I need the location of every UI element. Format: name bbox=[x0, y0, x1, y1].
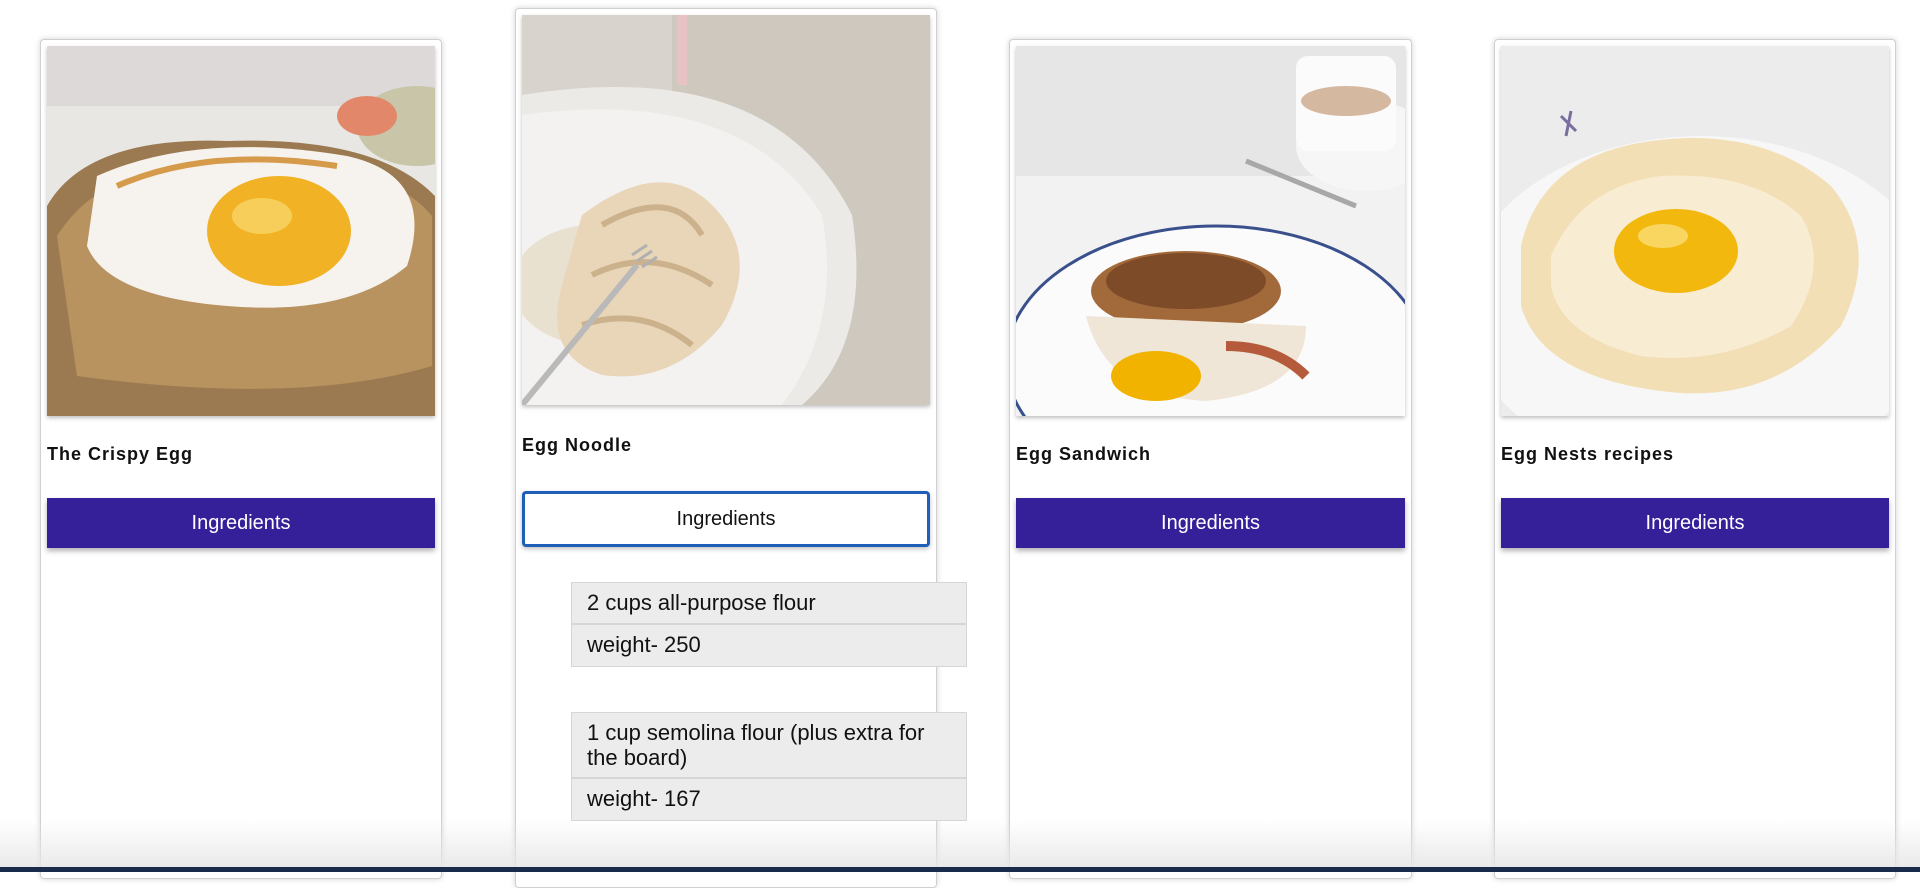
recipe-title: Egg Noodle bbox=[522, 435, 632, 455]
ingredients-button-active[interactable]: Ingredients bbox=[522, 491, 930, 547]
noodle-plate-icon bbox=[522, 15, 930, 405]
recipe-image-egg-sandwich[interactable] bbox=[1016, 46, 1405, 416]
window-bottom-edge bbox=[0, 867, 1920, 872]
ingredients-button[interactable]: Ingredients bbox=[47, 498, 435, 548]
sandwich-icon bbox=[1016, 46, 1405, 416]
recipe-card-egg-nests: Egg Nests recipes Ingredients bbox=[1494, 39, 1896, 879]
recipe-image-egg-noodle[interactable] bbox=[522, 15, 930, 405]
recipe-image-crispy-egg[interactable] bbox=[47, 46, 435, 416]
fried-egg-icon bbox=[47, 46, 435, 416]
ingredient-weight: weight- 167 bbox=[571, 778, 967, 821]
ingredient-weight-value: weight- 250 bbox=[587, 632, 701, 657]
recipe-card-crispy-egg: The Crispy Egg Ingredients bbox=[40, 39, 442, 879]
ingredient-name: 2 cups all-purpose flour bbox=[587, 590, 816, 615]
ingredient-weight-value: weight- 167 bbox=[587, 786, 701, 811]
recipe-title: Egg Sandwich bbox=[1016, 444, 1152, 464]
recipe-card-egg-sandwich: Egg Sandwich Ingredients bbox=[1009, 39, 1412, 879]
recipe-image-egg-nests[interactable] bbox=[1501, 46, 1889, 416]
egg-nest-icon bbox=[1501, 46, 1889, 416]
ingredient-weight: weight- 250 bbox=[571, 624, 967, 667]
ingredient-item: 2 cups all-purpose flour bbox=[571, 582, 967, 624]
ingredient-name: 1 cup semolina flour (plus extra for the… bbox=[587, 720, 925, 770]
ingredients-button[interactable]: Ingredients bbox=[1016, 498, 1405, 548]
ingredient-item: 1 cup semolina flour (plus extra for the… bbox=[571, 712, 967, 778]
recipe-title: Egg Nests recipes bbox=[1501, 444, 1675, 464]
ingredients-button[interactable]: Ingredients bbox=[1501, 498, 1889, 548]
recipe-title: The Crispy Egg bbox=[47, 444, 194, 464]
